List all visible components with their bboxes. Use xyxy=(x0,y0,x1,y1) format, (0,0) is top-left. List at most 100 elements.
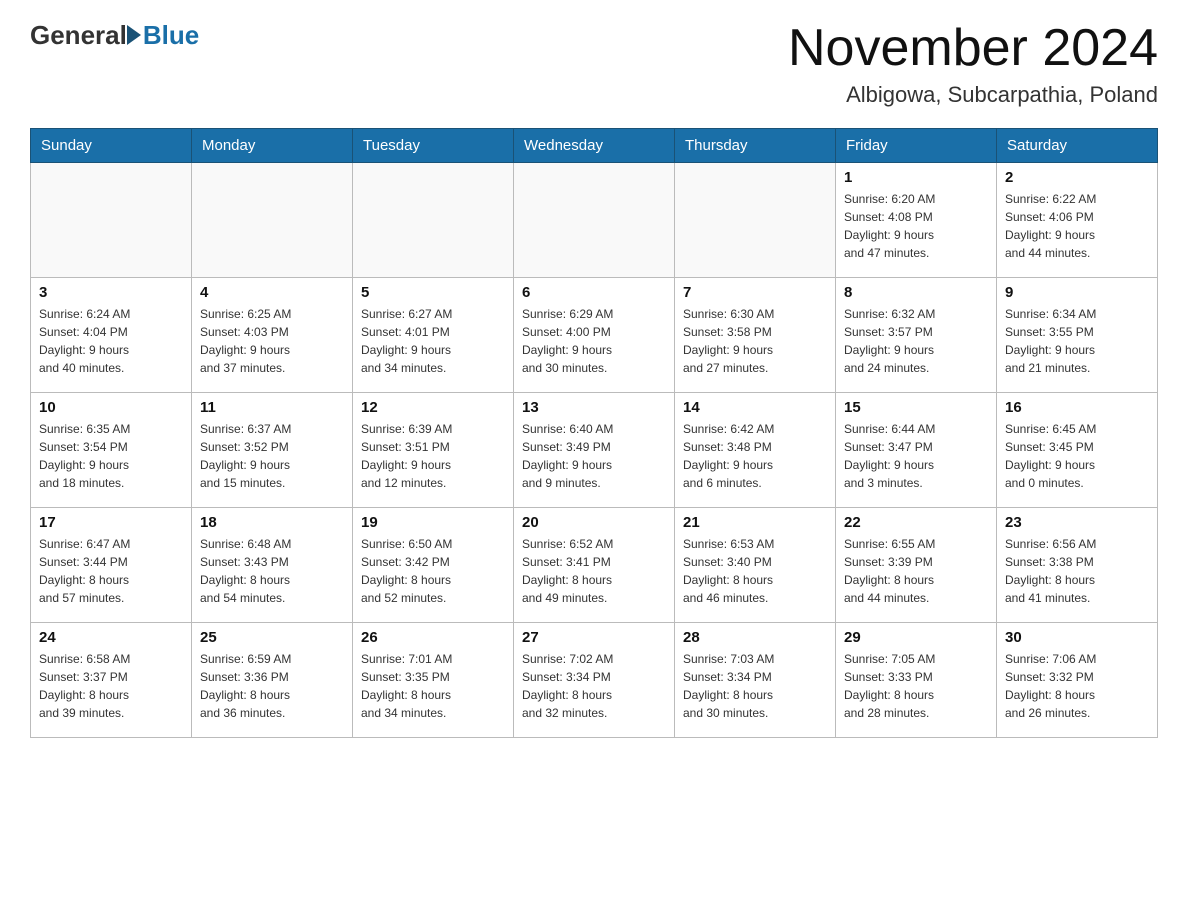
day-info: Sunrise: 6:29 AM Sunset: 4:00 PM Dayligh… xyxy=(522,305,666,377)
day-number: 23 xyxy=(1005,514,1149,531)
day-info: Sunrise: 6:24 AM Sunset: 4:04 PM Dayligh… xyxy=(39,305,183,377)
day-number: 17 xyxy=(39,514,183,531)
day-of-week-header: Sunday xyxy=(31,129,192,163)
calendar-cell: 23Sunrise: 6:56 AM Sunset: 3:38 PM Dayli… xyxy=(997,508,1158,623)
day-info: Sunrise: 7:03 AM Sunset: 3:34 PM Dayligh… xyxy=(683,650,827,722)
day-info: Sunrise: 6:39 AM Sunset: 3:51 PM Dayligh… xyxy=(361,420,505,492)
location-title: Albigowa, Subcarpathia, Poland xyxy=(788,82,1158,108)
day-number: 27 xyxy=(522,629,666,646)
calendar-cell xyxy=(31,163,192,278)
day-info: Sunrise: 6:32 AM Sunset: 3:57 PM Dayligh… xyxy=(844,305,988,377)
calendar-cell: 14 Sunrise: 6:42 AM Sunset: 3:48 PM Dayli… xyxy=(675,393,836,508)
calendar-cell: 1 Sunrise: 6:20 AM Sunset: 4:08 PM Daylig… xyxy=(836,163,997,278)
day-number: 2 xyxy=(1005,169,1149,186)
calendar-cell xyxy=(192,163,353,278)
day-number: 18 xyxy=(200,514,344,531)
day-info: Sunrise: 6:58 AM Sunset: 3:37 PM Dayligh… xyxy=(39,650,183,722)
day-info: Sunrise: 6:53 AM Sunset: 3:40 PM Dayligh… xyxy=(683,535,827,607)
calendar-cell xyxy=(353,163,514,278)
day-of-week-header: Tuesday xyxy=(353,129,514,163)
day-info: Sunrise: 7:02 AM Sunset: 3:34 PM Dayligh… xyxy=(522,650,666,722)
day-number: 14 xyxy=(683,399,827,416)
day-number: 5 xyxy=(361,284,505,301)
logo-blue-part: Blue xyxy=(127,20,199,51)
calendar-cell: 16Sunrise: 6:45 AM Sunset: 3:45 PM Dayli… xyxy=(997,393,1158,508)
day-number: 19 xyxy=(361,514,505,531)
day-info: Sunrise: 6:42 AM Sunset: 3:48 PM Dayligh… xyxy=(683,420,827,492)
day-number: 7 xyxy=(683,284,827,301)
calendar-cell: 9 Sunrise: 6:34 AM Sunset: 3:55 PM Daylig… xyxy=(997,278,1158,393)
calendar-cell xyxy=(514,163,675,278)
month-title: November 2024 xyxy=(788,20,1158,77)
day-info: Sunrise: 6:25 AM Sunset: 4:03 PM Dayligh… xyxy=(200,305,344,377)
day-info: Sunrise: 6:55 AM Sunset: 3:39 PM Dayligh… xyxy=(844,535,988,607)
day-info: Sunrise: 6:44 AM Sunset: 3:47 PM Dayligh… xyxy=(844,420,988,492)
day-info: Sunrise: 6:35 AM Sunset: 3:54 PM Dayligh… xyxy=(39,420,183,492)
page-header: General Blue November 2024 Albigowa, Sub… xyxy=(30,20,1158,108)
day-info: Sunrise: 6:30 AM Sunset: 3:58 PM Dayligh… xyxy=(683,305,827,377)
calendar-cell: 20 Sunrise: 6:52 AM Sunset: 3:41 PM Dayli… xyxy=(514,508,675,623)
calendar-cell: 5 Sunrise: 6:27 AM Sunset: 4:01 PM Daylig… xyxy=(353,278,514,393)
calendar-cell: 12 Sunrise: 6:39 AM Sunset: 3:51 PM Dayli… xyxy=(353,393,514,508)
logo-text: General Blue xyxy=(30,20,199,51)
day-of-week-header: Friday xyxy=(836,129,997,163)
calendar-week-row: 10Sunrise: 6:35 AM Sunset: 3:54 PM Dayli… xyxy=(31,393,1158,508)
day-info: Sunrise: 6:47 AM Sunset: 3:44 PM Dayligh… xyxy=(39,535,183,607)
day-number: 22 xyxy=(844,514,988,531)
day-number: 9 xyxy=(1005,284,1149,301)
calendar-cell: 18 Sunrise: 6:48 AM Sunset: 3:43 PM Dayli… xyxy=(192,508,353,623)
calendar-cell: 25Sunrise: 6:59 AM Sunset: 3:36 PM Dayli… xyxy=(192,623,353,738)
calendar-cell: 27 Sunrise: 7:02 AM Sunset: 3:34 PM Dayli… xyxy=(514,623,675,738)
day-number: 28 xyxy=(683,629,827,646)
calendar-cell: 21 Sunrise: 6:53 AM Sunset: 3:40 PM Dayli… xyxy=(675,508,836,623)
calendar-cell: 22 Sunrise: 6:55 AM Sunset: 3:39 PM Dayli… xyxy=(836,508,997,623)
day-number: 12 xyxy=(361,399,505,416)
day-info: Sunrise: 7:05 AM Sunset: 3:33 PM Dayligh… xyxy=(844,650,988,722)
day-info: Sunrise: 6:27 AM Sunset: 4:01 PM Dayligh… xyxy=(361,305,505,377)
calendar-week-row: 24Sunrise: 6:58 AM Sunset: 3:37 PM Dayli… xyxy=(31,623,1158,738)
day-number: 26 xyxy=(361,629,505,646)
calendar-cell: 28 Sunrise: 7:03 AM Sunset: 3:34 PM Dayli… xyxy=(675,623,836,738)
day-info: Sunrise: 6:37 AM Sunset: 3:52 PM Dayligh… xyxy=(200,420,344,492)
day-number: 11 xyxy=(200,399,344,416)
calendar-cell: 13Sunrise: 6:40 AM Sunset: 3:49 PM Dayli… xyxy=(514,393,675,508)
day-number: 8 xyxy=(844,284,988,301)
logo-general: General xyxy=(30,20,127,51)
calendar-cell: 4Sunrise: 6:25 AM Sunset: 4:03 PM Daylig… xyxy=(192,278,353,393)
day-number: 25 xyxy=(200,629,344,646)
calendar-cell: 24Sunrise: 6:58 AM Sunset: 3:37 PM Dayli… xyxy=(31,623,192,738)
day-info: Sunrise: 7:01 AM Sunset: 3:35 PM Dayligh… xyxy=(361,650,505,722)
day-of-week-header: Thursday xyxy=(675,129,836,163)
calendar-week-row: 1 Sunrise: 6:20 AM Sunset: 4:08 PM Daylig… xyxy=(31,163,1158,278)
calendar-header-row: SundayMondayTuesdayWednesdayThursdayFrid… xyxy=(31,129,1158,163)
day-info: Sunrise: 6:45 AM Sunset: 3:45 PM Dayligh… xyxy=(1005,420,1149,492)
day-info: Sunrise: 6:48 AM Sunset: 3:43 PM Dayligh… xyxy=(200,535,344,607)
calendar-table: SundayMondayTuesdayWednesdayThursdayFrid… xyxy=(30,128,1158,738)
day-of-week-header: Monday xyxy=(192,129,353,163)
calendar-cell: 15Sunrise: 6:44 AM Sunset: 3:47 PM Dayli… xyxy=(836,393,997,508)
logo: General Blue xyxy=(30,20,199,51)
day-number: 29 xyxy=(844,629,988,646)
logo-blue-text: Blue xyxy=(143,20,199,51)
day-info: Sunrise: 6:40 AM Sunset: 3:49 PM Dayligh… xyxy=(522,420,666,492)
day-number: 1 xyxy=(844,169,988,186)
day-info: Sunrise: 6:20 AM Sunset: 4:08 PM Dayligh… xyxy=(844,190,988,262)
day-number: 21 xyxy=(683,514,827,531)
calendar-cell: 6 Sunrise: 6:29 AM Sunset: 4:00 PM Daylig… xyxy=(514,278,675,393)
title-section: November 2024 Albigowa, Subcarpathia, Po… xyxy=(788,20,1158,108)
logo-arrow-icon xyxy=(127,25,141,45)
day-number: 6 xyxy=(522,284,666,301)
calendar-cell: 3 Sunrise: 6:24 AM Sunset: 4:04 PM Daylig… xyxy=(31,278,192,393)
calendar-cell: 29 Sunrise: 7:05 AM Sunset: 3:33 PM Dayli… xyxy=(836,623,997,738)
calendar-week-row: 17 Sunrise: 6:47 AM Sunset: 3:44 PM Dayli… xyxy=(31,508,1158,623)
calendar-cell: 26 Sunrise: 7:01 AM Sunset: 3:35 PM Dayli… xyxy=(353,623,514,738)
calendar-cell: 7 Sunrise: 6:30 AM Sunset: 3:58 PM Daylig… xyxy=(675,278,836,393)
calendar-cell: 2Sunrise: 6:22 AM Sunset: 4:06 PM Daylig… xyxy=(997,163,1158,278)
day-number: 20 xyxy=(522,514,666,531)
day-info: Sunrise: 6:34 AM Sunset: 3:55 PM Dayligh… xyxy=(1005,305,1149,377)
day-info: Sunrise: 6:52 AM Sunset: 3:41 PM Dayligh… xyxy=(522,535,666,607)
calendar-week-row: 3 Sunrise: 6:24 AM Sunset: 4:04 PM Daylig… xyxy=(31,278,1158,393)
day-number: 3 xyxy=(39,284,183,301)
calendar-cell: 30Sunrise: 7:06 AM Sunset: 3:32 PM Dayli… xyxy=(997,623,1158,738)
day-number: 30 xyxy=(1005,629,1149,646)
